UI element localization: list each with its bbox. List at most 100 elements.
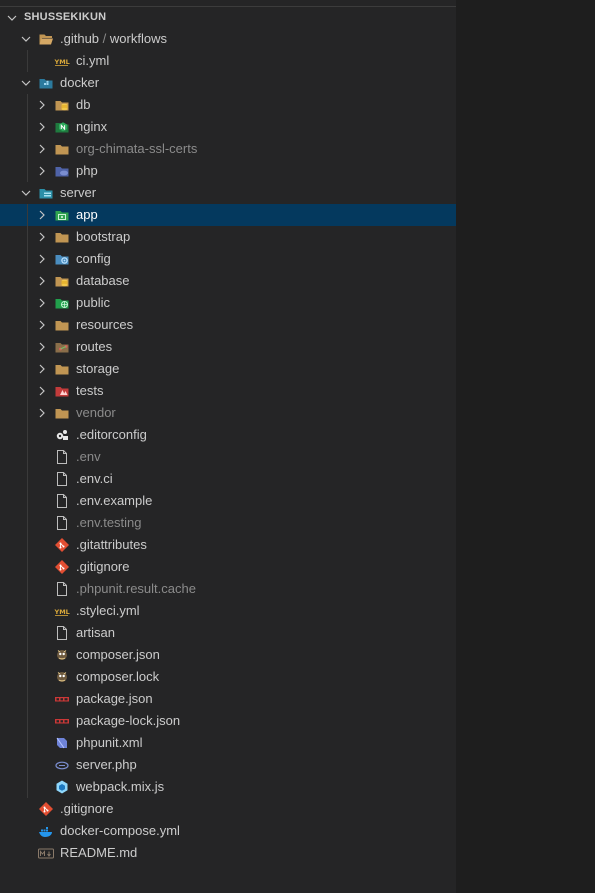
tree-item-label: php [76,163,98,179]
indent-guide [27,226,28,248]
tree-folder[interactable]: server [0,182,456,204]
chevron-right-icon[interactable] [36,231,48,243]
tree-folder[interactable]: docker [0,72,456,94]
yaml-icon: YML [54,53,70,69]
tree-file[interactable]: README.md [0,842,456,864]
tree-folder[interactable]: resources [0,314,456,336]
docker-icon [38,823,54,839]
indent-guide [27,732,28,754]
tree-file[interactable]: package-lock.json [0,710,456,732]
tree-folder[interactable]: bootstrap [0,226,456,248]
webpack-icon [54,779,70,795]
chevron-right-icon[interactable] [36,165,48,177]
chevron-down-icon[interactable] [20,77,32,89]
file-icon [54,471,70,487]
folder-icon [54,317,70,333]
tree-item-name: README.md [60,845,138,860]
chevron-right-icon[interactable] [36,121,48,133]
chevron-right-icon[interactable] [36,253,48,265]
tree-file[interactable]: docker-compose.yml [0,820,456,842]
tree-folder[interactable]: vendor [0,402,456,424]
tree-item-name: .styleci.yml [76,603,140,618]
indent-guide [27,116,28,138]
tree-item-name: .gitignore [60,801,114,816]
chevron-right-icon[interactable] [36,319,48,331]
yaml-icon: YML [54,603,70,619]
tree-item-label: package-lock.json [76,713,180,729]
tree-file[interactable]: package.json [0,688,456,710]
tree-file[interactable]: composer.json [0,644,456,666]
php-file-icon [54,757,70,773]
tree-folder[interactable]: php [0,160,456,182]
tree-file[interactable]: server.php [0,754,456,776]
tree-file[interactable]: .env.ci [0,468,456,490]
chevron-right-icon[interactable] [36,99,48,111]
chevron-right-icon[interactable] [36,143,48,155]
tree-item-name: vendor [76,405,116,420]
tree-item-name: .env.testing [76,515,142,530]
tree-file[interactable]: .phpunit.result.cache [0,578,456,600]
chevron-down-icon[interactable] [20,33,32,45]
tree-folder[interactable]: tests [0,380,456,402]
tree-file[interactable]: .env [0,446,456,468]
indent-guide [27,424,28,446]
tree-item-name: db [76,97,91,112]
folder-icon [54,361,70,377]
tree-file[interactable]: .gitignore [0,798,456,820]
folder-open-icon [38,31,54,47]
indent-guide [27,248,28,270]
file-icon [54,625,70,641]
tree-file[interactable]: webpack.mix.js [0,776,456,798]
npm-icon [54,691,70,707]
tree-folder[interactable]: org-chimata-ssl-certs [0,138,456,160]
tree-folder[interactable]: app [0,204,456,226]
tree-file[interactable]: composer.lock [0,666,456,688]
chevron-right-icon[interactable] [36,297,48,309]
editorconfig-icon [54,427,70,443]
tree-folder[interactable]: .github / workflows [0,28,456,50]
tree-item-label: artisan [76,625,115,641]
tree-item-name: database [76,273,130,288]
tree-item-name: public [76,295,110,310]
tree-folder[interactable]: public [0,292,456,314]
chevron-right-icon[interactable] [36,363,48,375]
database-folder-icon [54,97,70,113]
tree-folder[interactable]: nginx [0,116,456,138]
chevron-down-icon[interactable] [20,187,32,199]
tree-item-label: storage [76,361,119,377]
tree-folder[interactable]: config [0,248,456,270]
indent-guide [27,138,28,160]
tree-folder[interactable]: db [0,94,456,116]
chevron-right-icon[interactable] [36,385,48,397]
chevron-right-icon[interactable] [36,209,48,221]
chevron-right-icon[interactable] [36,275,48,287]
tree-file[interactable]: YML ci.yml [0,50,456,72]
chevron-right-icon[interactable] [36,407,48,419]
php-folder-icon [54,163,70,179]
tree-file[interactable]: .gitattributes [0,534,456,556]
tree-item-name: .env.example [76,493,153,508]
app-folder-icon [54,207,70,223]
tree-file[interactable]: phpunit.xml [0,732,456,754]
tree-item-label: .env [76,449,101,465]
tree-file[interactable]: .editorconfig [0,424,456,446]
tree-file[interactable]: .env.example [0,490,456,512]
indent-guide [27,556,28,578]
tree-item-name: tests [76,383,104,398]
tree-file[interactable]: .env.testing [0,512,456,534]
tree-file[interactable]: YML .styleci.yml [0,600,456,622]
tree-folder[interactable]: routes [0,336,456,358]
tree-item-name: artisan [76,625,116,640]
explorer-section-header[interactable]: SHUSSEKIKUN [0,6,456,29]
tree-folder[interactable]: database [0,270,456,292]
path-separator: / [99,31,110,46]
tree-item-label: org-chimata-ssl-certs [76,141,197,157]
chevron-right-icon[interactable] [36,341,48,353]
composer-icon [54,647,70,663]
tree-file[interactable]: .gitignore [0,556,456,578]
tree-folder[interactable]: storage [0,358,456,380]
tree-item-label: composer.json [76,647,160,663]
indent-guide [27,622,28,644]
tree-item-label: package.json [76,691,153,707]
tree-file[interactable]: artisan [0,622,456,644]
